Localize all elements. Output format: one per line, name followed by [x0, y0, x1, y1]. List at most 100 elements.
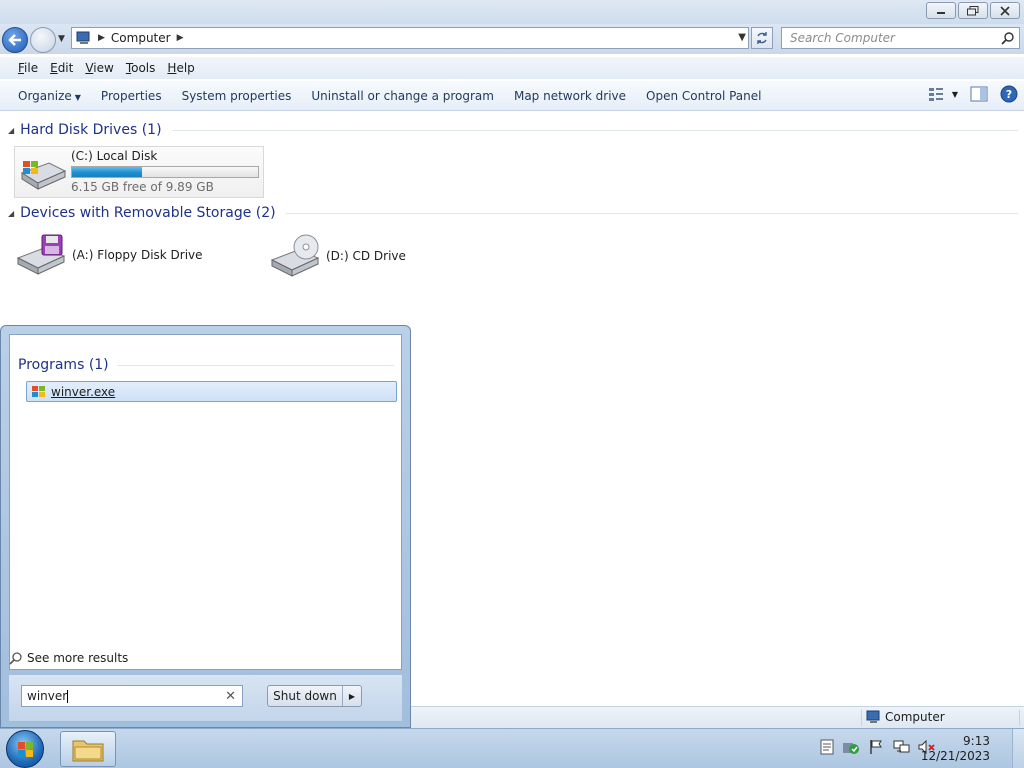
drive-c-tile[interactable]: (C:) Local Disk 6.15 GB free of 9.89 GB	[14, 146, 264, 198]
drive-c-free-space: 6.15 GB free of 9.89 GB	[71, 180, 214, 194]
taskbar: 9:13 12/21/2023	[0, 728, 1024, 768]
uninstall-program-button[interactable]: Uninstall or change a program	[301, 89, 504, 103]
status-divider	[861, 710, 862, 726]
drive-c-usage-bar	[71, 166, 259, 178]
start-menu: Programs (1) winver.exe See more results…	[0, 325, 411, 728]
breadcrumb-separator-icon[interactable]: ▶	[98, 33, 105, 43]
address-bar[interactable]: ▶ Computer ▶ ▼	[71, 27, 749, 49]
clear-search-icon[interactable]: ✕	[225, 689, 236, 704]
help-icon[interactable]: ?	[1000, 85, 1018, 103]
search-result-label[interactable]: winver.exe	[51, 385, 115, 399]
menu-view[interactable]: View	[79, 61, 119, 75]
preview-pane-icon[interactable]	[970, 86, 988, 102]
clock[interactable]: 9:13 12/21/2023	[921, 734, 990, 764]
open-control-panel-button[interactable]: Open Control Panel	[636, 89, 771, 103]
search-icon	[9, 652, 22, 665]
chevron-down-icon[interactable]: ▼	[952, 90, 958, 99]
windows-logo-icon	[18, 742, 33, 757]
status-location-label: Computer	[885, 710, 945, 724]
group-label: Hard Disk Drives (1)	[20, 122, 162, 138]
group-hard-disk-drives[interactable]: ◢ Hard Disk Drives (1)	[8, 122, 1018, 138]
menu-file[interactable]: File	[12, 61, 44, 75]
organize-button[interactable]: Organize ▼	[8, 89, 91, 103]
menu-edit[interactable]: Edit	[44, 61, 79, 75]
status-location: Computer	[865, 710, 945, 724]
shutdown-button-group: Shut down ▶	[267, 685, 362, 707]
programs-group-label: Programs (1)	[18, 357, 109, 373]
drive-a-name: (A:) Floppy Disk Drive	[72, 248, 203, 262]
clock-date: 12/21/2023	[920, 749, 990, 763]
start-menu-footer: winver ✕ Shut down ▶	[9, 675, 402, 721]
menu-bar: File Edit View Tools Help	[0, 57, 1024, 79]
refresh-icon	[757, 32, 767, 44]
security-shield-icon[interactable]	[842, 739, 860, 755]
notes-icon[interactable]	[820, 739, 834, 755]
drive-d-name: (D:) CD Drive	[326, 249, 406, 263]
start-search-value[interactable]: winver	[27, 689, 67, 703]
back-arrow-icon	[8, 34, 21, 46]
drive-d-item[interactable]: (D:) CD Drive	[270, 234, 406, 278]
collapse-triangle-icon[interactable]: ◢	[8, 126, 14, 135]
title-bar	[0, 0, 1024, 24]
restore-button[interactable]	[958, 2, 988, 19]
taskbar-explorer-button[interactable]	[60, 731, 116, 767]
group-divider	[285, 212, 1018, 214]
recent-pages-dropdown[interactable]: ▼	[58, 34, 65, 44]
computer-icon	[76, 31, 90, 44]
refresh-button[interactable]	[751, 27, 773, 49]
clock-time: 9:13	[963, 734, 990, 748]
search-placeholder[interactable]: Search Computer	[782, 31, 1001, 45]
folder-icon	[72, 740, 104, 762]
show-desktop-button[interactable]	[1012, 729, 1024, 768]
search-input[interactable]: Search Computer	[781, 27, 1020, 49]
menu-tools[interactable]: Tools	[120, 61, 162, 75]
see-more-results-link[interactable]: See more results	[9, 651, 128, 665]
menu-help[interactable]: Help	[161, 61, 200, 75]
shutdown-options-arrow-icon[interactable]: ▶	[343, 686, 361, 706]
start-menu-results: Programs (1) winver.exe	[9, 334, 402, 670]
action-center-flag-icon[interactable]	[868, 739, 884, 755]
drive-c-name: (C:) Local Disk	[71, 149, 158, 163]
start-search-input[interactable]: winver ✕	[21, 685, 243, 707]
breadcrumb-chevron-icon[interactable]: ▶	[177, 33, 184, 43]
cd-drive-icon	[270, 234, 320, 277]
window-controls	[926, 2, 1020, 19]
search-result-winver[interactable]: winver.exe	[26, 381, 397, 402]
computer-icon	[866, 710, 880, 723]
address-dropdown-icon[interactable]: ▼	[738, 32, 746, 43]
view-options-icon	[928, 88, 943, 101]
view-controls: ▼ ?	[928, 85, 1018, 103]
drive-a-item[interactable]: (A:) Floppy Disk Drive	[16, 234, 203, 276]
search-icon[interactable]	[1001, 31, 1015, 45]
minimize-button[interactable]	[926, 2, 956, 19]
start-button[interactable]	[6, 730, 44, 768]
hard-drive-icon	[20, 161, 67, 190]
navigation-bar: ▼ ▶ Computer ▶ ▼ Search Computer	[0, 24, 1024, 54]
group-divider	[116, 364, 394, 366]
breadcrumb-computer[interactable]: Computer	[111, 31, 171, 45]
shutdown-button[interactable]: Shut down	[268, 686, 343, 706]
properties-button[interactable]: Properties	[91, 89, 172, 103]
network-icon[interactable]	[892, 739, 910, 755]
change-view-button[interactable]: ▼	[928, 87, 958, 101]
svg-text:?: ?	[1006, 88, 1012, 101]
windows-logo-icon	[32, 385, 45, 397]
status-bar: Computer	[411, 706, 1024, 728]
text-caret	[67, 690, 69, 703]
see-more-results-label[interactable]: See more results	[27, 651, 128, 665]
group-removable-storage[interactable]: ◢ Devices with Removable Storage (2)	[8, 205, 1018, 221]
collapse-triangle-icon[interactable]: ◢	[8, 209, 14, 218]
forward-button[interactable]	[30, 27, 56, 53]
close-button[interactable]	[990, 2, 1020, 19]
group-divider	[171, 129, 1018, 131]
system-properties-button[interactable]: System properties	[172, 89, 302, 103]
notification-area	[820, 739, 936, 755]
back-button[interactable]	[2, 27, 28, 53]
drive-c-usage-fill	[72, 167, 143, 177]
command-bar: Organize ▼ Properties System properties U…	[0, 81, 1024, 111]
programs-group-header: Programs (1)	[18, 357, 394, 373]
floppy-drive-icon	[16, 234, 66, 275]
map-network-drive-button[interactable]: Map network drive	[504, 89, 636, 103]
chevron-down-icon: ▼	[74, 92, 81, 102]
status-divider	[1019, 710, 1020, 726]
